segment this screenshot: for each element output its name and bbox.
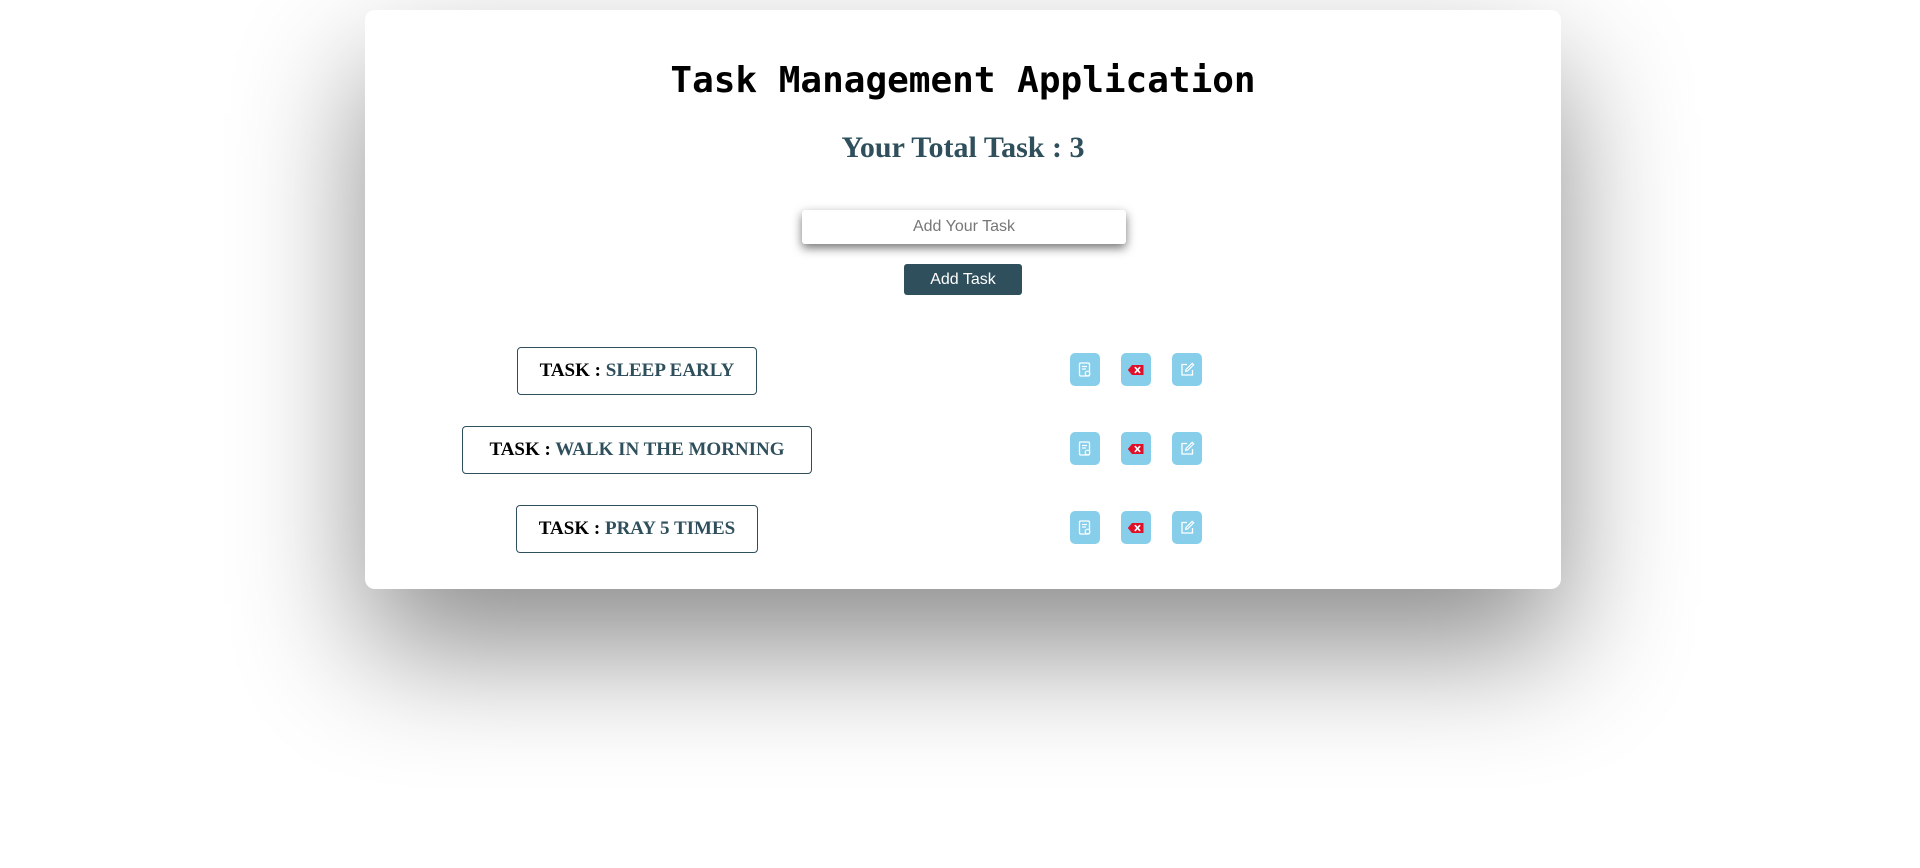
delete-icon bbox=[1127, 443, 1144, 454]
edit-icon bbox=[1180, 441, 1195, 455]
total-task-count: Your Total Task : 3 bbox=[841, 131, 1085, 164]
delete-task-button[interactable] bbox=[1121, 353, 1151, 386]
view-task-button[interactable] bbox=[1070, 353, 1100, 386]
delete-icon bbox=[1127, 522, 1144, 533]
task-prefix: TASK : bbox=[538, 518, 601, 539]
task-item: TASK : SLEEP EARLY bbox=[517, 347, 757, 395]
edit-icon bbox=[1180, 520, 1195, 534]
task-prefix: TASK : bbox=[489, 439, 551, 460]
edit-task-button[interactable] bbox=[1172, 511, 1202, 544]
task-name: WALK IN THE MORNING bbox=[555, 439, 785, 460]
task-name: PRAY 5 TIMES bbox=[604, 518, 736, 539]
delete-task-button[interactable] bbox=[1121, 511, 1151, 544]
delete-icon bbox=[1127, 364, 1144, 375]
edit-icon bbox=[1180, 362, 1195, 376]
task-card: Task Management Application Your Total T… bbox=[365, 10, 1561, 589]
view-icon bbox=[1078, 440, 1091, 456]
task-prefix: TASK : bbox=[539, 360, 601, 381]
view-icon bbox=[1078, 361, 1091, 377]
view-task-button[interactable] bbox=[1070, 511, 1100, 544]
page-title: Task Management Application bbox=[670, 60, 1256, 101]
edit-task-button[interactable] bbox=[1172, 353, 1202, 386]
view-task-button[interactable] bbox=[1070, 432, 1100, 465]
task-item: TASK : PRAY 5 TIMES bbox=[516, 505, 758, 553]
task-item: TASK : WALK IN THE MORNING bbox=[462, 426, 812, 474]
task-input[interactable] bbox=[802, 210, 1126, 244]
view-icon bbox=[1078, 519, 1091, 535]
delete-task-button[interactable] bbox=[1121, 432, 1151, 465]
task-name: SLEEP EARLY bbox=[605, 360, 735, 381]
add-task-button[interactable]: Add Task bbox=[904, 264, 1022, 295]
edit-task-button[interactable] bbox=[1172, 432, 1202, 465]
